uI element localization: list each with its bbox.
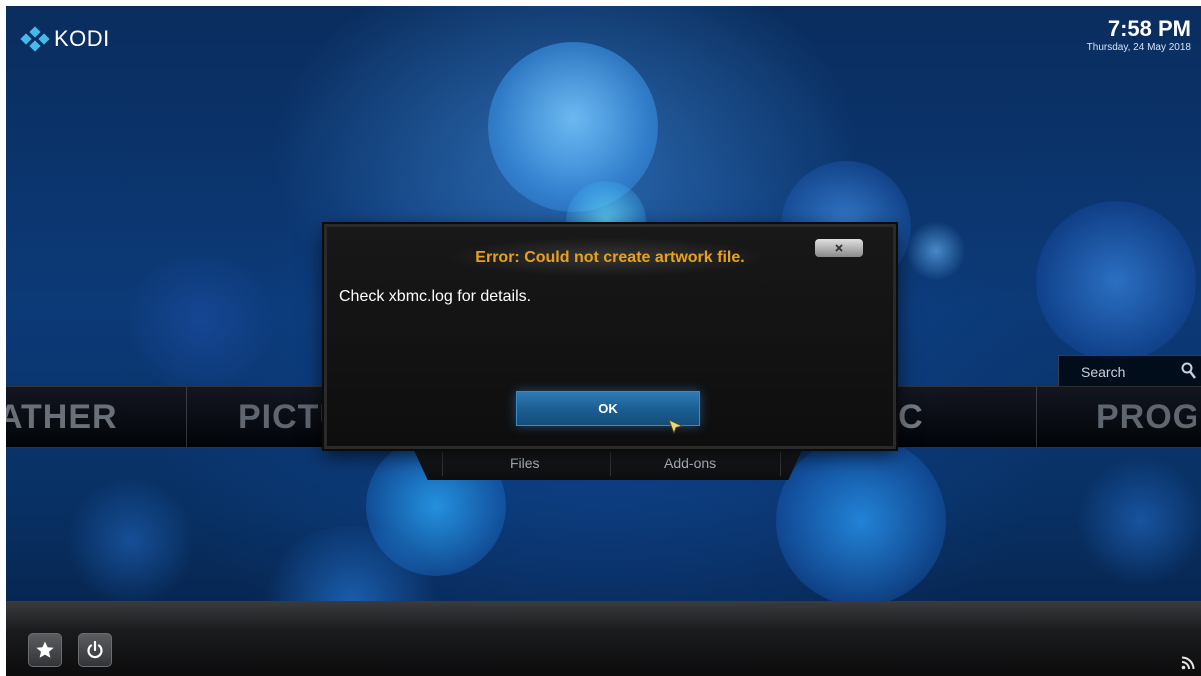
error-dialog: Error: Could not create artwork file. Ch…: [324, 224, 896, 449]
close-button[interactable]: [815, 239, 863, 257]
kodi-logo: KODI: [20, 26, 110, 52]
bokeh-light: [488, 42, 658, 212]
rss-icon[interactable]: [1181, 656, 1195, 670]
kodi-screen: KODI 7:58 PM Thursday, 24 May 2018 Searc…: [6, 6, 1201, 676]
kodi-logo-icon: [20, 26, 50, 52]
bokeh-light: [1036, 201, 1196, 361]
favourites-star-icon: [36, 641, 54, 658]
clock-date: Thursday, 24 May 2018: [1086, 42, 1191, 53]
submenu: Files Add-ons: [412, 446, 804, 480]
submenu-divider: [780, 452, 781, 476]
bokeh-light: [126, 246, 276, 396]
power-icon: [87, 640, 103, 659]
power-button[interactable]: [78, 633, 112, 667]
menu-item-pictures[interactable]: PICTU: [238, 397, 328, 437]
app-name: KODI: [54, 26, 110, 51]
submenu-divider: [442, 452, 443, 476]
clock: 7:58 PM Thursday, 24 May 2018: [1087, 16, 1191, 53]
bokeh-light: [776, 436, 946, 606]
favourites-button[interactable]: [28, 633, 62, 667]
menu-divider: [186, 387, 187, 447]
bottom-bar: [6, 601, 1201, 676]
dialog-title: Error: Could not create artwork file.: [475, 249, 745, 266]
menu-item-weather[interactable]: ATHER: [6, 397, 128, 437]
menu-divider: [1036, 387, 1037, 447]
search-label: Search: [1081, 364, 1126, 380]
search-icon: [1181, 362, 1196, 379]
submenu-item-addons[interactable]: Add-ons: [664, 455, 716, 471]
submenu-item-files[interactable]: Files: [510, 455, 540, 471]
bokeh-light: [906, 221, 966, 281]
menu-item-programs[interactable]: PROGRA: [1096, 397, 1196, 437]
bokeh-light: [66, 476, 196, 606]
dialog-message: Check xbmc.log for details.: [339, 288, 532, 305]
bokeh-light: [1076, 456, 1201, 586]
clock-time: 7:58 PM: [1107, 16, 1191, 41]
mouse-cursor-icon: [668, 419, 684, 435]
search-button[interactable]: Search: [1058, 355, 1201, 389]
submenu-divider: [610, 452, 611, 476]
close-icon: [835, 244, 843, 252]
